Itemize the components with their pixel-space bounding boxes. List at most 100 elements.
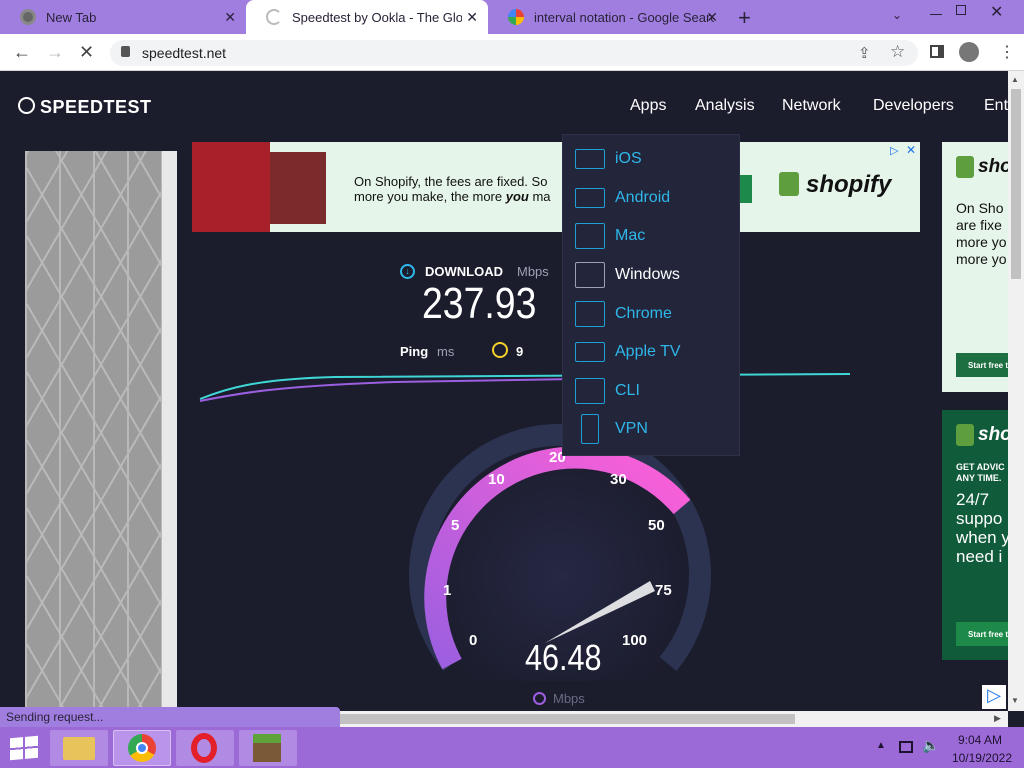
top-ad-banner[interactable]: On Shopify, the fees are fixed. So more … — [192, 142, 920, 232]
download-value: 237.93 — [422, 279, 537, 328]
tray-expand-icon[interactable]: ▲ — [876, 740, 886, 751]
network-icon[interactable] — [899, 741, 913, 753]
start-free-trial-button[interactable]: Start free t — [956, 353, 1008, 377]
new-tab-button[interactable]: + — [738, 5, 751, 31]
right-ad-2[interactable]: sho GET ADVICANY TIME. 24/7suppowhen yne… — [942, 410, 1008, 660]
ad-scrollbar[interactable] — [162, 151, 177, 711]
menu-item-vpn[interactable]: VPN — [563, 411, 741, 447]
minimize-icon[interactable] — [930, 14, 942, 15]
tab-speedtest[interactable]: Speedtest by Ookla - The Global ✕ — [246, 0, 488, 34]
scroll-right-icon[interactable]: ▶ — [994, 713, 1001, 724]
tab-new-tab[interactable]: New Tab ✕ — [0, 0, 246, 34]
menu-icon[interactable]: ⋮ — [999, 42, 1015, 62]
bookmark-star-icon[interactable]: ☆ — [890, 42, 905, 62]
restore-icon[interactable] — [956, 5, 966, 15]
tab-google-search[interactable]: interval notation - Google Search ✕ — [488, 0, 728, 34]
ad-cta-button[interactable] — [740, 175, 752, 203]
close-tab-icon[interactable]: ✕ — [224, 9, 236, 26]
menu-item-ios[interactable]: iOS — [563, 141, 741, 177]
taskbar-chrome[interactable] — [113, 730, 171, 766]
adchoices-icon[interactable]: ▷ — [982, 685, 1006, 709]
windows-start-icon[interactable] — [10, 735, 38, 761]
clock-date[interactable]: 10/19/2022 — [950, 751, 1012, 765]
loading-icon — [266, 9, 282, 25]
nav-developers[interactable]: Developers — [873, 97, 954, 115]
menu-item-cli[interactable]: CLI — [563, 373, 741, 409]
menu-item-android[interactable]: Android — [563, 180, 741, 216]
volume-icon[interactable]: 🔈 — [922, 737, 939, 754]
taskbar-minecraft[interactable] — [239, 730, 297, 766]
phone-icon — [575, 149, 605, 169]
apps-dropdown-menu: iOS Android Mac Windows Chrome Apple TV … — [562, 134, 740, 456]
shopify-logo: shopify — [806, 171, 892, 198]
gauge-tick: 30 — [610, 471, 627, 488]
status-bubble: Sending request... — [0, 707, 340, 728]
nav-apps[interactable]: Apps — [630, 97, 666, 115]
nav-network[interactable]: Network — [782, 97, 841, 115]
gauge-tick: 0 — [469, 632, 478, 649]
menu-item-windows[interactable]: Windows — [563, 257, 741, 293]
nav-enterprise[interactable]: Ent — [984, 97, 1008, 115]
terminal-icon — [575, 378, 605, 404]
scroll-up-icon[interactable]: ▲ — [1011, 75, 1019, 84]
profile-avatar[interactable] — [959, 42, 979, 62]
url-text[interactable]: speedtest.net — [142, 45, 226, 61]
gauge-tick: 75 — [655, 582, 672, 599]
android-phone-icon — [575, 188, 605, 208]
mac-icon — [575, 223, 605, 249]
windows-icon — [575, 262, 605, 288]
chrome-icon — [20, 9, 36, 25]
download-label: DOWNLOAD — [425, 264, 503, 279]
right-ad-1[interactable]: sho On Shoare fixemore yomore yo Start f… — [942, 142, 1008, 392]
ping-label: Ping — [400, 344, 429, 359]
back-icon[interactable]: ← — [13, 42, 31, 63]
share-icon[interactable]: ⇪ — [858, 44, 871, 62]
speedtest-logo-icon[interactable] — [18, 97, 35, 114]
close-tab-icon[interactable]: ✕ — [706, 9, 718, 26]
current-speed-unit: Mbps — [553, 691, 585, 706]
download-icon: ↓ — [400, 264, 415, 279]
web-page: SPEEDTEST Apps Analysis Network Develope… — [0, 71, 1008, 711]
menu-item-apple-tv[interactable]: Apple TV — [563, 334, 741, 370]
side-panel-icon[interactable] — [930, 45, 944, 58]
nav-analysis[interactable]: Analysis — [695, 97, 755, 115]
vertical-scrollbar[interactable]: ▲ ▼ — [1008, 71, 1024, 711]
gauge-tick: 100 — [622, 632, 648, 649]
clock-time[interactable]: 9:04 AM — [950, 733, 1002, 747]
gauge-tick: 50 — [648, 517, 665, 534]
address-bar[interactable] — [110, 40, 918, 66]
stop-icon[interactable]: ✕ — [79, 42, 94, 63]
taskbar-opera[interactable] — [176, 730, 234, 766]
gauge-tick: 10 — [488, 471, 505, 488]
shopify-logo: sho — [978, 156, 1008, 177]
ping-unit: ms — [437, 344, 455, 359]
close-window-icon[interactable]: ✕ — [990, 2, 1003, 22]
tab-title: Speedtest by Ookla - The Global — [292, 9, 462, 25]
close-ad-icon[interactable]: ✕ — [906, 143, 916, 157]
ad-text-line1: On Shopify, the fees are fixed. So — [354, 174, 548, 189]
start-free-trial-button[interactable]: Start free t — [956, 622, 1008, 646]
adchoices-icon[interactable]: ▷ — [890, 144, 898, 157]
tab-search-icon[interactable]: ⌄ — [892, 8, 902, 22]
scroll-thumb[interactable] — [1011, 89, 1021, 279]
chrome-icon-center — [136, 742, 148, 754]
scroll-down-icon[interactable]: ▼ — [1011, 696, 1019, 705]
speedtest-logo[interactable]: SPEEDTEST — [40, 97, 152, 118]
scroll-thumb[interactable] — [340, 714, 795, 724]
ping-icon — [492, 342, 508, 358]
tab-title: New Tab — [46, 9, 97, 25]
menu-item-mac[interactable]: Mac — [563, 218, 741, 254]
menu-item-chrome[interactable]: Chrome — [563, 296, 741, 332]
minecraft-icon — [253, 734, 281, 762]
ad-photo — [270, 152, 326, 224]
left-ad-banner[interactable] — [25, 151, 177, 711]
ad-text-line2: more you make, the more you ma — [354, 189, 551, 204]
shopify-bag-icon — [956, 156, 974, 178]
chrome-icon — [575, 301, 605, 327]
taskbar-file-explorer[interactable] — [50, 730, 108, 766]
forward-icon[interactable]: → — [46, 42, 64, 63]
close-tab-icon[interactable]: ✕ — [466, 9, 478, 26]
shopify-logo: sho — [978, 424, 1008, 445]
ad-small-text: GET ADVIC ANY TIME. — [956, 462, 1005, 483]
lock-icon — [121, 46, 130, 57]
